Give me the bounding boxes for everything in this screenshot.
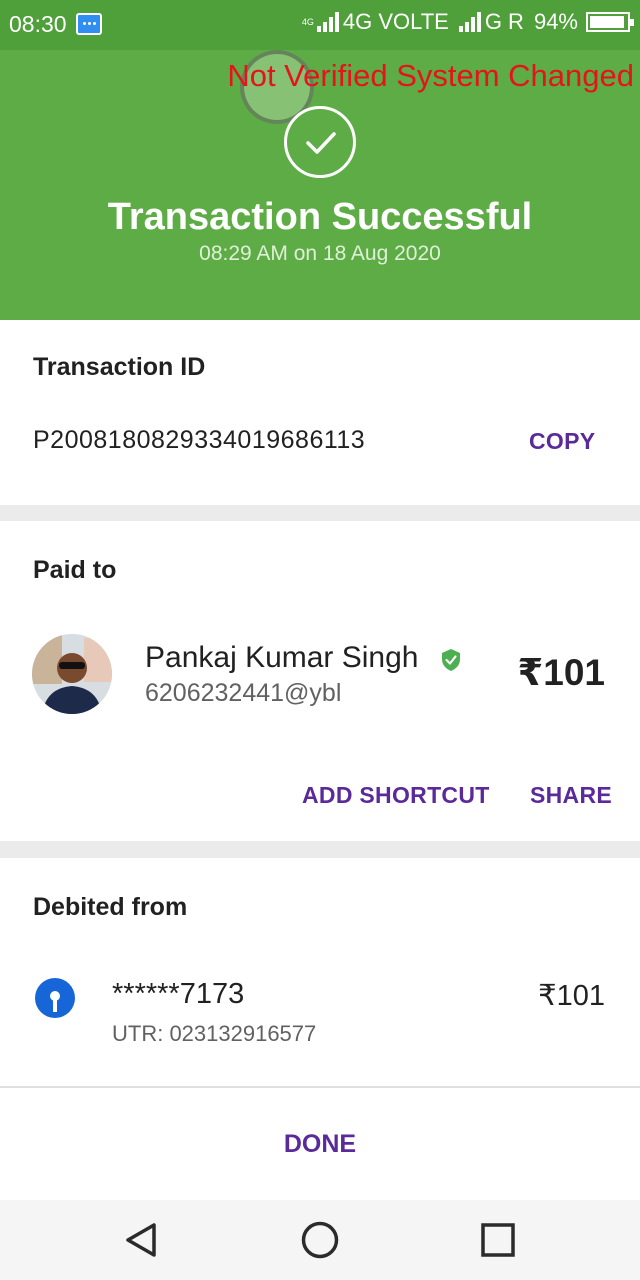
paid-to-title: Paid to [33, 556, 117, 584]
payee-avatar[interactable] [32, 634, 112, 714]
status-bar: 08:30 4G 4G VOLTE G R 94% [0, 0, 640, 50]
bank-logo-icon [35, 978, 75, 1018]
paid-to-card: Paid to Pankaj Kumar Singh 6206232441@yb… [0, 521, 640, 841]
battery-percent: 94% [533, 9, 578, 34]
status-time: 08:30 [9, 11, 67, 37]
status-indicators: 4G 4G VOLTE G R 94% [301, 9, 634, 35]
payee-name: Pankaj Kumar Singh [145, 641, 419, 674]
account-number: ******7173 [112, 978, 245, 1010]
network-small-label: 4G [301, 16, 314, 27]
watermark-text: Not Verified System Changed [227, 58, 634, 93]
transaction-id-card: Transaction ID P2008180829334019686113 C… [0, 320, 640, 505]
network2-type-label: G R [484, 9, 524, 34]
message-notification-icon [76, 13, 102, 35]
success-header: Not Verified System Changed Transaction … [0, 50, 640, 320]
transaction-id-title: Transaction ID [33, 353, 206, 381]
signal-strength-2-icon [458, 12, 481, 32]
navigation-bar [0, 1200, 640, 1280]
signal-strength-icon [316, 12, 339, 32]
debited-amount: ₹101 [538, 980, 605, 1012]
paid-amount: ₹101 [517, 652, 605, 693]
transaction-status-title: Transaction Successful [107, 196, 533, 238]
share-button[interactable]: SHARE [530, 782, 612, 809]
add-shortcut-button[interactable]: ADD SHORTCUT [302, 782, 490, 809]
home-circle-icon[interactable] [300, 1220, 340, 1260]
done-footer: DONE [0, 1086, 640, 1200]
payee-vpa: 6206232441@ybl [145, 679, 342, 707]
copy-button[interactable]: COPY [529, 428, 595, 455]
check-circle-icon [284, 106, 356, 178]
transaction-datetime: 08:29 AM on 18 Aug 2020 [199, 242, 441, 265]
debited-from-title: Debited from [33, 893, 188, 921]
recents-square-icon[interactable] [478, 1220, 518, 1260]
utr-number: UTR: 023132916577 [112, 1021, 317, 1046]
debited-from-card: Debited from ******7173 UTR: 02313291657… [0, 858, 640, 1086]
network-type-label: 4G VOLTE [342, 9, 449, 34]
back-triangle-icon[interactable] [122, 1220, 162, 1260]
verified-shield-icon [442, 649, 460, 671]
done-button[interactable]: DONE [0, 1130, 640, 1159]
transaction-id-value: P2008180829334019686113 [33, 426, 366, 454]
battery-icon [586, 12, 634, 32]
